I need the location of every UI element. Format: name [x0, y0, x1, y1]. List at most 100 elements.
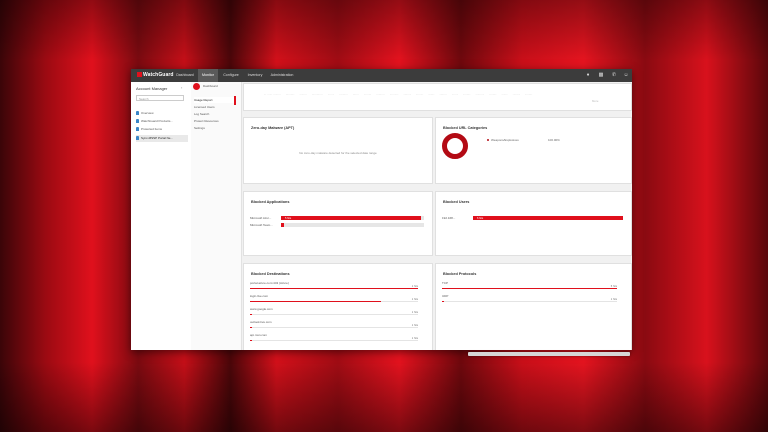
subnav-item-licensed-users[interactable]: Licensed Users [194, 104, 236, 110]
filter-strip-item[interactable]: ------ [489, 92, 496, 96]
bar-track[interactable] [281, 223, 424, 227]
bar-track[interactable]: 5 hits [281, 216, 424, 220]
subnav-item-settings[interactable]: Settings [194, 125, 236, 131]
bar-track[interactable] [250, 301, 418, 303]
horizontal-scrollbar[interactable] [468, 352, 630, 356]
account-item-label: WatchGuard Products... [141, 119, 173, 123]
bar-fill: 5 hits [281, 216, 422, 220]
filter-strip-item[interactable]: ----- [452, 92, 458, 96]
collapse-icon[interactable]: ‹ [181, 85, 182, 90]
account-icon [136, 136, 139, 141]
bar-value: 6 hits [477, 216, 484, 220]
nav-tab-administration[interactable]: Administration [268, 69, 296, 82]
bar-track[interactable] [250, 288, 418, 290]
app-window: WatchGuard Dashboard Monitor Configure I… [131, 69, 632, 350]
donut-chart[interactable] [442, 133, 468, 159]
bar-track[interactable] [442, 301, 617, 303]
bar-label: TCP [442, 281, 448, 285]
user-icon[interactable]: ☺ [623, 72, 629, 78]
filter-strip-item[interactable]: ------ [364, 92, 371, 96]
url-categories-card: Blocked URL Categories Weapons/Explosive… [435, 117, 632, 184]
account-item-products[interactable]: WatchGuard Products... [136, 118, 188, 125]
filter-strip-item[interactable]: ----- [428, 92, 434, 96]
card-title: Blocked URL Categories [443, 126, 488, 130]
subnav-item-usage-report[interactable]: Usage Report [194, 97, 236, 103]
more-link[interactable]: More [592, 99, 598, 103]
account-search-input[interactable]: Search [136, 95, 184, 101]
dashboard-main: -- ---- ------ ------- ------ --------- ----… [242, 82, 632, 350]
background-shade-bottom [0, 362, 768, 432]
card-title: Blocked Applications [251, 200, 290, 204]
filter-strip-item[interactable]: ------ [525, 92, 532, 96]
dashboard-chip-icon[interactable] [193, 83, 200, 90]
filter-strip-item[interactable]: ------ [513, 92, 520, 96]
logo-text: WatchGuard [143, 72, 174, 78]
filter-strip-item[interactable]: ----- [502, 92, 508, 96]
bar-track[interactable] [250, 314, 418, 316]
filter-strip-item[interactable]: --------- [312, 92, 323, 96]
card-title: Zero-day Malware (APT) [251, 126, 295, 130]
logo-mark-icon [137, 72, 142, 78]
bar-label: www.google.com [250, 307, 273, 311]
nav-tab-monitor[interactable]: Monitor [198, 69, 218, 82]
bar-track[interactable] [442, 288, 617, 290]
phone-icon[interactable]: ✆ [611, 72, 617, 78]
filter-strip-item[interactable]: ------ [404, 92, 411, 96]
subnav-scroll-indicator[interactable] [234, 96, 236, 105]
filter-strip-item[interactable]: -- ---- ------ [264, 92, 281, 96]
account-item-overview[interactable]: Overview [136, 110, 188, 117]
bar-value: 5 hits [285, 216, 292, 220]
filter-strip[interactable]: -- ---- ------ ------- ------ --------- ----… [264, 92, 619, 98]
bar-fill [250, 301, 382, 303]
nav-tab-dashboard[interactable]: Dashboard [174, 69, 196, 82]
subnav-header-label: Dashboard [203, 84, 218, 88]
account-item-protected[interactable]: Protected Items [136, 126, 188, 133]
bar-label: Microsoft Azur... [250, 216, 272, 220]
subnav-header: Dashboard [191, 82, 241, 91]
filter-strip-item[interactable]: ----- [353, 92, 359, 96]
empty-message: No zero-day malware detected for the sel… [299, 151, 377, 155]
subnav-item-protect-resources[interactable]: Protect Resources [194, 118, 236, 124]
brand-logo[interactable]: WatchGuard [137, 72, 174, 78]
bar-track[interactable]: 6 hits [473, 216, 623, 220]
bar-label: UDP [442, 294, 449, 298]
subnav-item-log-search[interactable]: Log Search [194, 111, 236, 117]
account-item-selected[interactable]: Sync-MSSP Portal Ne... [136, 135, 188, 142]
bar-label: api.msn.com [250, 333, 268, 337]
card-title: Blocked Destinations [251, 272, 290, 276]
zero-day-card: Zero-day Malware (APT) No zero-day malwa… [243, 117, 433, 184]
legend-value: 100.00% [548, 138, 560, 142]
bar-fill [281, 223, 284, 227]
bar-fill [442, 301, 444, 303]
filter-strip-item[interactable]: ------- [339, 92, 348, 96]
bar-track[interactable] [250, 340, 418, 342]
filter-strip-item[interactable]: ------- [376, 92, 385, 96]
nav-tab-configure[interactable]: Configure [220, 69, 242, 82]
nav-tab-inventory[interactable]: Inventory [244, 69, 266, 82]
panel-title: Account Manager [136, 86, 168, 91]
filter-strip-item[interactable]: ------- [390, 92, 399, 96]
filter-strip-item[interactable]: ------ [416, 92, 423, 96]
bar-fill: 6 hits [473, 216, 623, 220]
monitor-subnav: Dashboard Usage Report Licensed Users Lo… [191, 82, 242, 350]
legend-label: Weapons/Explosives [491, 138, 519, 142]
briefcase-icon[interactable]: ▩ [598, 72, 604, 78]
filter-strip-item[interactable]: ----- [328, 92, 334, 96]
bar-fill [250, 314, 252, 316]
top-navigation-bar: WatchGuard Dashboard Monitor Configure I… [131, 69, 632, 82]
filter-strip-item[interactable]: ------ [463, 92, 470, 96]
account-item-label: Overview [141, 111, 154, 115]
blocked-applications-card: Blocked Applications Microsoft Azur... 5 … [243, 191, 433, 256]
bell-icon[interactable]: ♦ [585, 72, 591, 78]
bar-fill [250, 327, 252, 329]
bar-label: 192.168... [442, 216, 456, 220]
background-shade-top [0, 0, 768, 60]
filter-strip-item[interactable]: ------ [300, 92, 307, 96]
filter-strip-item[interactable]: ------- [476, 92, 485, 96]
bar-fill [250, 340, 252, 342]
account-item-label: Sync-MSSP Portal Ne... [141, 136, 173, 140]
filter-strip-item[interactable]: ------- [286, 92, 295, 96]
bar-track[interactable] [250, 327, 418, 329]
blocked-destinations-card: Blocked Destinations portal.azure.com:44… [243, 263, 433, 350]
filter-strip-item[interactable]: ------ [440, 92, 447, 96]
